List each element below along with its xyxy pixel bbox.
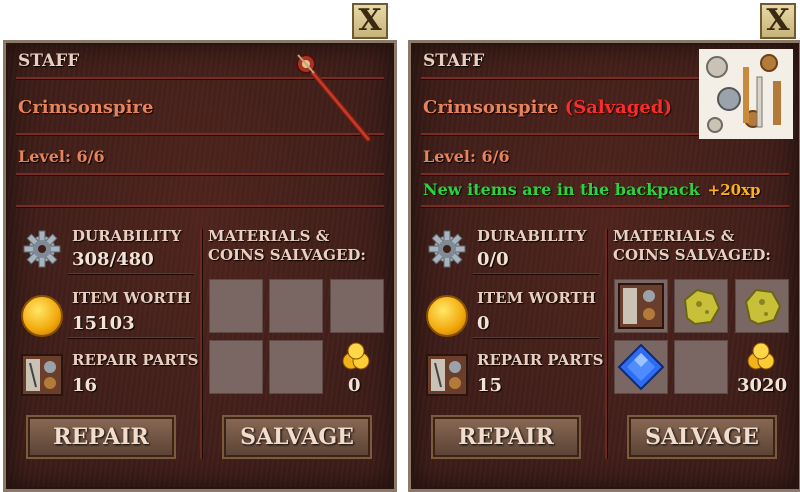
item-name: Crimsonspire bbox=[18, 97, 154, 118]
scrap-parts-icon bbox=[699, 49, 793, 139]
gear-icon bbox=[428, 230, 466, 268]
material-slot[interactable] bbox=[674, 279, 728, 333]
vertical-divider bbox=[200, 229, 202, 459]
repair-parts-icon bbox=[618, 283, 664, 329]
repair-parts-value: 15 bbox=[477, 375, 503, 396]
item-worth-value: 0 bbox=[477, 313, 490, 334]
close-button[interactable]: X bbox=[760, 3, 796, 39]
item-panel-right: STAFF Crimsonspire (Salvaged) Level: 6/6… bbox=[408, 40, 800, 492]
gold-ore-icon bbox=[744, 288, 782, 326]
gear-icon bbox=[23, 230, 61, 268]
durability-label: DURABILITY bbox=[72, 227, 182, 245]
item-worth-label: ITEM WORTH bbox=[477, 289, 596, 307]
divider bbox=[68, 273, 194, 274]
divider bbox=[421, 173, 789, 175]
salvaged-tag: (Salvaged) bbox=[564, 97, 672, 118]
material-slot[interactable] bbox=[209, 279, 263, 333]
close-button[interactable]: X bbox=[352, 3, 388, 39]
item-name: Crimsonspire (Salvaged) bbox=[423, 97, 672, 118]
material-slot[interactable] bbox=[269, 340, 323, 394]
durability-value: 308/480 bbox=[72, 249, 154, 270]
item-panel-left: STAFF Crimsonspire Level: 6/6 DURABILITY… bbox=[3, 40, 397, 492]
new-items-message: New items are in the backpack +20xp bbox=[423, 180, 761, 199]
material-slot[interactable] bbox=[614, 340, 668, 394]
blue-gem-icon bbox=[617, 343, 665, 391]
divider bbox=[68, 337, 194, 338]
materials-title: MATERIALS & COINS SALVAGED: bbox=[208, 227, 366, 264]
material-slot[interactable] bbox=[269, 279, 323, 333]
divider bbox=[473, 337, 599, 338]
vertical-divider bbox=[605, 229, 607, 459]
item-type: STAFF bbox=[18, 51, 80, 71]
repair-parts-label: REPAIR PARTS bbox=[477, 351, 604, 369]
item-worth-value: 15103 bbox=[72, 313, 135, 334]
material-slot[interactable] bbox=[330, 279, 384, 333]
staff-icon bbox=[296, 54, 371, 142]
divider bbox=[473, 273, 599, 274]
material-slot[interactable] bbox=[735, 279, 789, 333]
materials-title: MATERIALS & COINS SALVAGED: bbox=[613, 227, 771, 264]
repair-button[interactable]: REPAIR bbox=[431, 415, 581, 459]
repair-parts-icon bbox=[426, 354, 468, 396]
material-slot[interactable] bbox=[674, 340, 728, 394]
durability-label: DURABILITY bbox=[477, 227, 587, 245]
salvage-button[interactable]: SALVAGE bbox=[627, 415, 777, 459]
coin-pile-icon bbox=[747, 342, 775, 370]
repair-button[interactable]: REPAIR bbox=[26, 415, 176, 459]
coin-icon bbox=[426, 295, 468, 337]
coins-salvaged-value: 3020 bbox=[737, 375, 788, 396]
repair-parts-icon bbox=[21, 354, 63, 396]
coins-salvaged-value: 0 bbox=[348, 375, 361, 396]
material-slot[interactable] bbox=[209, 340, 263, 394]
item-level: Level: 6/6 bbox=[423, 147, 510, 166]
divider bbox=[421, 205, 789, 207]
item-level: Level: 6/6 bbox=[18, 147, 105, 166]
coin-pile-icon bbox=[342, 342, 370, 370]
repair-parts-label: REPAIR PARTS bbox=[72, 351, 199, 369]
divider bbox=[16, 205, 384, 207]
gold-ore-icon bbox=[683, 288, 721, 326]
material-slot[interactable] bbox=[614, 279, 668, 333]
item-worth-label: ITEM WORTH bbox=[72, 289, 191, 307]
xp-gain: +20xp bbox=[707, 181, 761, 199]
salvage-button[interactable]: SALVAGE bbox=[222, 415, 372, 459]
durability-value: 0/0 bbox=[477, 249, 509, 270]
item-type: STAFF bbox=[423, 51, 485, 71]
divider bbox=[16, 173, 384, 175]
coin-icon bbox=[21, 295, 63, 337]
repair-parts-value: 16 bbox=[72, 375, 98, 396]
